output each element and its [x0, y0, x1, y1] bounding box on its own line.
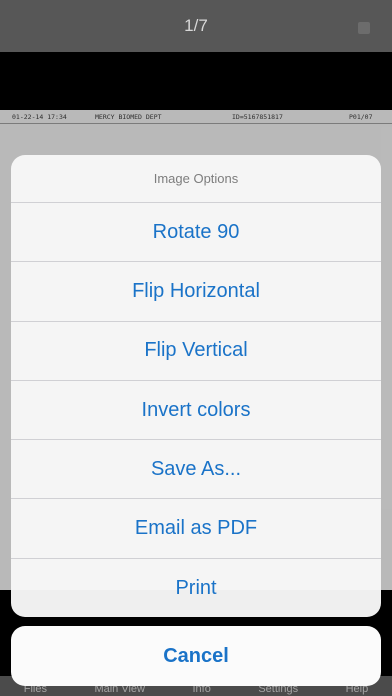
more-icon[interactable] — [358, 22, 370, 34]
cancel-button[interactable]: Cancel — [11, 626, 381, 686]
action-sheet-title: Image Options — [11, 155, 381, 203]
invert-colors-option[interactable]: Invert colors — [11, 381, 381, 441]
page-indicator: 1/7 — [184, 16, 208, 35]
flip-vertical-option[interactable]: Flip Vertical — [11, 322, 381, 381]
save-as-option[interactable]: Save As... — [11, 440, 381, 500]
print-option[interactable]: Print — [11, 559, 381, 617]
email-as-pdf-option[interactable]: Email as PDF — [11, 499, 381, 559]
flip-horizontal-option[interactable]: Flip Horizontal — [11, 262, 381, 322]
rotate-90-option[interactable]: Rotate 90 — [11, 203, 381, 263]
action-sheet: Image Options Rotate 90 Flip Horizontal … — [11, 155, 381, 617]
top-bar: 1/7 — [0, 0, 392, 52]
